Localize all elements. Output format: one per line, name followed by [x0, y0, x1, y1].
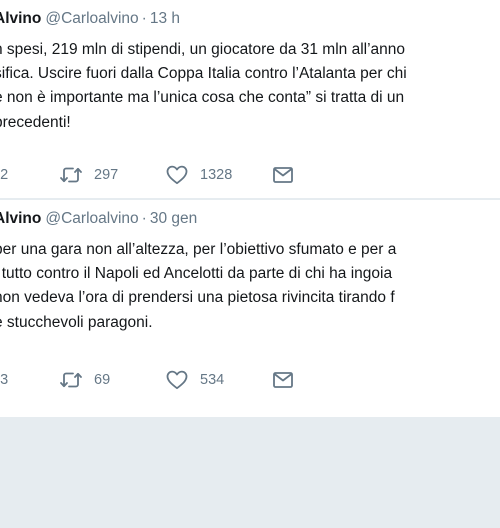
retweet-count: 69: [94, 372, 111, 388]
heart-icon: [166, 165, 188, 185]
tweet-text-line: n spesi, 219 mln di stipendi, un giocato…: [0, 41, 406, 58]
tweet-text-line: precedenti!: [0, 113, 71, 131]
reply-button[interactable]: 22: [0, 163, 8, 187]
like-count: 1328: [200, 167, 233, 183]
retweet-button[interactable]: 297: [60, 163, 118, 187]
separator-dot: ·: [141, 10, 147, 27]
tweet-actions: 33 69 534: [0, 368, 500, 392]
tweet-text-line: sifica. Uscire fuori dalla Coppa Italia …: [0, 65, 407, 83]
tweet-text: n spesi, 219 mln di stipendi, un giocato…: [0, 38, 500, 135]
tweet-text-line: i tutto contro il Napoli ed Ancelotti da…: [0, 265, 393, 283]
reply-count: 33: [0, 372, 9, 388]
like-button[interactable]: 534: [166, 368, 224, 392]
author-name[interactable]: Alvino: [0, 10, 41, 27]
direct-message-button[interactable]: [272, 368, 294, 392]
envelope-icon: [272, 166, 294, 184]
reply-button[interactable]: 33: [0, 368, 8, 392]
tweet[interactable]: Alvino@Carloalvino·13 h n spesi, 219 mln…: [0, 0, 500, 199]
direct-message-button[interactable]: [272, 163, 294, 187]
heart-icon: [166, 370, 188, 390]
retweet-icon: [60, 166, 82, 184]
retweet-icon: [60, 371, 82, 389]
tweet-text: per una gara non all’altezza, per l’obie…: [0, 238, 500, 335]
reply-count: 22: [0, 167, 9, 183]
timeline-background: [0, 419, 500, 528]
tweet-text-line: e stucchevoli paragoni.: [0, 313, 153, 331]
envelope-icon: [272, 371, 294, 389]
retweet-count: 297: [94, 167, 119, 183]
tweet-timestamp[interactable]: 30 gen: [150, 210, 197, 227]
tweet-timestamp[interactable]: 13 h: [150, 10, 180, 27]
tweet[interactable]: Alvino@Carloalvino·30 gen per una gara n…: [0, 200, 500, 418]
tweet-text-line: non vedeva l’ora di prendersi una pietos…: [0, 289, 395, 307]
tweet-actions: 22 297 1328: [0, 163, 500, 187]
author-name[interactable]: Alvino: [0, 210, 41, 227]
retweet-button[interactable]: 69: [60, 368, 110, 392]
like-count: 534: [200, 372, 225, 388]
tweet-text-line: e non è importante ma l’unica cosa che c…: [0, 89, 405, 107]
author-handle[interactable]: @Carloalvino: [45, 10, 138, 27]
tweet-header: Alvino@Carloalvino·13 h: [0, 10, 180, 28]
tweet-header: Alvino@Carloalvino·30 gen: [0, 210, 197, 228]
timeline-feed: Alvino@Carloalvino·13 h n spesi, 219 mln…: [0, 0, 500, 528]
like-button[interactable]: 1328: [166, 163, 232, 187]
tweet-text-line: per una gara non all’altezza, per l’obie…: [0, 241, 397, 258]
separator-dot: ·: [141, 210, 147, 227]
author-handle[interactable]: @Carloalvino: [45, 210, 138, 227]
